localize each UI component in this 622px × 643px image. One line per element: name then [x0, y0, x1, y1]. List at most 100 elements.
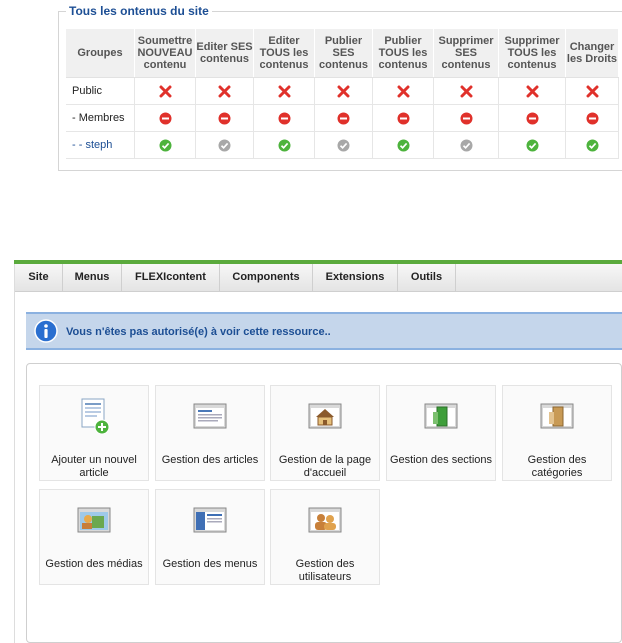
check-icon [397, 139, 409, 151]
menu-menus[interactable]: Menus [63, 264, 122, 291]
check-icon [278, 139, 290, 151]
menu-extensions[interactable]: Extensions [313, 264, 398, 291]
check-icon [586, 139, 598, 151]
permission-row: - - steph [66, 131, 619, 159]
minus-circle-icon [337, 112, 350, 124]
check-inherited-icon [218, 139, 231, 151]
permissions-table: Groupes Soumettre NOUVEAU contenu Editer… [66, 29, 619, 159]
menu-components[interactable]: Components [220, 264, 313, 291]
admin-menubar: Site Menus FLEXIcontent Components Exten… [15, 264, 622, 292]
tile-label: Gestion des articles [161, 454, 259, 466]
permission-cell[interactable] [134, 104, 196, 132]
tile-label: Gestion de la page d'accueil [278, 454, 372, 479]
header-delete-own: Supprimer SES contenus [433, 29, 499, 78]
deny-icon [526, 85, 538, 97]
deny-icon [460, 85, 472, 97]
check-inherited-icon [337, 139, 350, 151]
deny-icon [397, 85, 409, 97]
header-edit-own: Editer SES contenus [195, 29, 254, 78]
permissions-legend: Tous les ontenus du site [66, 4, 212, 18]
sections-icon [424, 403, 458, 429]
permission-cell[interactable] [433, 104, 499, 132]
permission-cell[interactable] [433, 131, 499, 159]
minus-circle-icon [159, 112, 171, 124]
add-article-icon [81, 398, 110, 435]
check-inherited-icon [460, 139, 472, 151]
tile-label: Gestion des sections [389, 454, 493, 466]
permission-cell[interactable] [253, 77, 315, 105]
tile-label: Gestion des catégories [527, 454, 587, 479]
group-name[interactable]: - - steph [66, 131, 135, 159]
deny-icon [278, 85, 290, 97]
permission-row: - Membres [66, 104, 619, 132]
permission-cell[interactable] [314, 131, 373, 159]
permission-cell[interactable] [565, 131, 619, 159]
minus-circle-icon [218, 112, 231, 124]
header-submit-new: Soumettre NOUVEAU contenu [134, 29, 196, 78]
tile-label: Gestion des menus [162, 558, 258, 570]
minus-circle-icon [460, 112, 472, 124]
menu-flexicontent[interactable]: FLEXIcontent [122, 264, 220, 291]
permission-cell[interactable] [498, 104, 566, 132]
menus-icon [193, 507, 227, 533]
menu-outils[interactable]: Outils [398, 264, 456, 291]
deny-icon [337, 85, 350, 97]
tile-menus[interactable]: Gestion des menus [155, 489, 265, 585]
check-icon [159, 139, 171, 151]
control-panel: Ajouter un nouvel article Gestion des ar… [26, 363, 622, 643]
permission-row: Public [66, 77, 619, 105]
info-icon [34, 319, 58, 343]
header-groups: Groupes [66, 29, 135, 78]
check-icon [526, 139, 538, 151]
tile-categories[interactable]: Gestion des catégories [502, 385, 612, 481]
permission-cell[interactable] [134, 131, 196, 159]
notice-bar: Vous n'êtes pas autorisé(e) à voir cette… [26, 312, 622, 350]
permission-cell[interactable] [195, 104, 254, 132]
header-edit-all: Editer TOUS les contenus [253, 29, 315, 78]
group-name: Public [66, 77, 135, 105]
permission-cell[interactable] [314, 77, 373, 105]
permission-cell[interactable] [372, 77, 434, 105]
permission-cell[interactable] [565, 104, 619, 132]
minus-circle-icon [397, 112, 409, 124]
permission-cell[interactable] [134, 77, 196, 105]
deny-icon [159, 85, 171, 97]
minus-circle-icon [586, 112, 598, 124]
permission-cell[interactable] [372, 104, 434, 132]
header-publish-own: Publier SES contenus [314, 29, 373, 78]
tile-label: Gestion des utilisateurs [295, 558, 355, 583]
permission-cell[interactable] [498, 77, 566, 105]
tile-sections[interactable]: Gestion des sections [386, 385, 496, 481]
header-delete-all: Supprimer TOUS les contenus [498, 29, 566, 78]
deny-icon [586, 85, 598, 97]
permission-cell[interactable] [433, 77, 499, 105]
tile-articles[interactable]: Gestion des articles [155, 385, 265, 481]
frontpage-icon [308, 403, 342, 429]
categories-icon [540, 403, 574, 429]
permission-cell[interactable] [372, 131, 434, 159]
permission-cell[interactable] [253, 131, 315, 159]
group-name: - Membres [66, 104, 135, 132]
deny-icon [218, 85, 231, 97]
left-border [14, 264, 15, 643]
tile-frontpage[interactable]: Gestion de la page d'accueil [270, 385, 380, 481]
minus-circle-icon [526, 112, 538, 124]
permission-cell[interactable] [253, 104, 315, 132]
tile-label: Gestion des médias [45, 558, 143, 570]
permission-cell[interactable] [498, 131, 566, 159]
header-change-rights: Changer les Droits [565, 29, 619, 78]
notice-text: Vous n'êtes pas autorisé(e) à voir cette… [66, 326, 331, 338]
tile-add-article[interactable]: Ajouter un nouvel article [39, 385, 149, 481]
articles-icon [193, 403, 227, 429]
permission-cell[interactable] [314, 104, 373, 132]
minus-circle-icon [278, 112, 290, 124]
permission-cell[interactable] [195, 131, 254, 159]
tile-label: Ajouter un nouvel article [51, 454, 137, 479]
tile-users[interactable]: Gestion des utilisateurs [270, 489, 380, 585]
permission-cell[interactable] [195, 77, 254, 105]
permissions-header-row: Groupes Soumettre NOUVEAU contenu Editer… [66, 29, 619, 78]
menu-site[interactable]: Site [15, 264, 63, 291]
header-publish-all: Publier TOUS les contenus [372, 29, 434, 78]
permission-cell[interactable] [565, 77, 619, 105]
tile-media[interactable]: Gestion des médias [39, 489, 149, 585]
